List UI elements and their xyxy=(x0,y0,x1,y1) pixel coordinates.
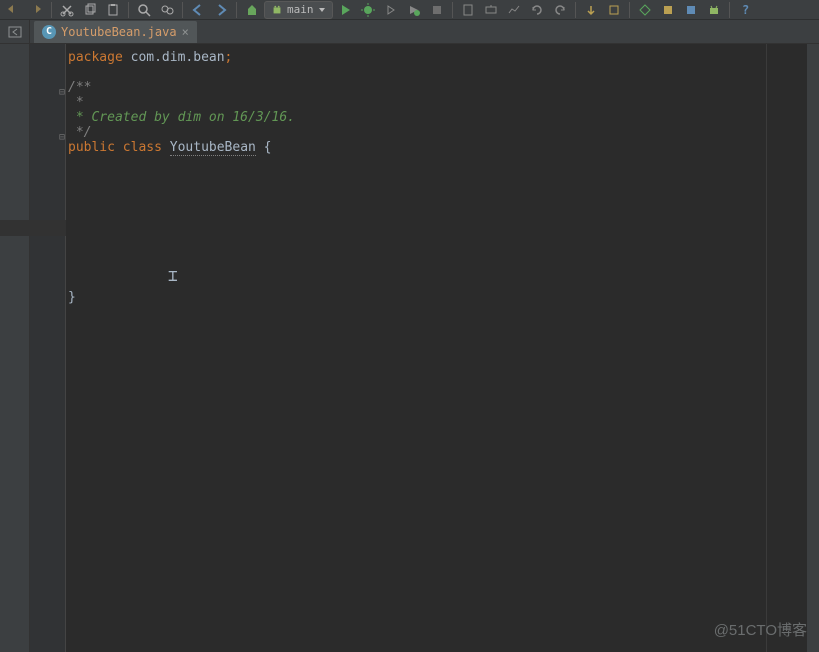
android-monitor-icon[interactable] xyxy=(503,1,525,19)
code-line xyxy=(66,230,819,245)
svg-text:?: ? xyxy=(742,3,749,17)
chevron-down-icon xyxy=(318,6,326,14)
code-line: package com.dim.bean; xyxy=(66,50,819,65)
build-icon[interactable] xyxy=(241,1,263,19)
tool1-icon[interactable] xyxy=(634,1,656,19)
side-gutter xyxy=(0,44,30,652)
code-line xyxy=(66,275,819,290)
undo-icon[interactable] xyxy=(2,1,24,19)
code-line xyxy=(66,155,819,170)
tool3-icon[interactable] xyxy=(680,1,702,19)
separator xyxy=(128,2,129,18)
tab-label: YoutubeBean.java xyxy=(61,25,177,39)
debug-icon[interactable] xyxy=(357,1,379,19)
main-toolbar: main ? xyxy=(0,0,819,20)
code-line xyxy=(66,170,819,185)
code-line: /** xyxy=(66,80,819,95)
file-tab[interactable]: C YoutubeBean.java × xyxy=(34,21,197,43)
code-line: * xyxy=(66,95,819,110)
fold-marker-icon[interactable]: ⊟ xyxy=(58,87,66,98)
close-icon[interactable]: × xyxy=(182,25,189,39)
help-icon[interactable]: ? xyxy=(734,1,756,19)
run-config-label: main xyxy=(287,3,314,16)
vcs-commit-icon[interactable] xyxy=(603,1,625,19)
cut-icon[interactable] xyxy=(56,1,78,19)
text-caret-icon: ⌶ xyxy=(168,266,178,285)
find-icon[interactable] xyxy=(133,1,155,19)
hide-panel-icon[interactable] xyxy=(0,20,30,44)
run-config-dropdown[interactable]: main xyxy=(264,1,333,19)
separator xyxy=(236,2,237,18)
paste-icon[interactable] xyxy=(102,1,124,19)
android-icon xyxy=(271,4,283,16)
code-line xyxy=(66,260,819,275)
attach-debugger-icon[interactable] xyxy=(403,1,425,19)
sync-icon[interactable] xyxy=(526,1,548,19)
editor-area: ⊟ ⊟ package com.dim.bean; /** * * Create… xyxy=(0,44,819,652)
tool2-icon[interactable] xyxy=(657,1,679,19)
copy-icon[interactable] xyxy=(79,1,101,19)
code-line xyxy=(66,215,819,230)
code-line: } xyxy=(66,290,819,305)
code-line xyxy=(66,65,819,80)
run-coverage-icon[interactable] xyxy=(380,1,402,19)
replace-icon[interactable] xyxy=(156,1,178,19)
separator xyxy=(452,2,453,18)
code-line xyxy=(66,185,819,200)
sdk-manager-icon[interactable] xyxy=(480,1,502,19)
avd-manager-icon[interactable] xyxy=(457,1,479,19)
right-margin-line xyxy=(766,44,767,652)
forward-icon[interactable] xyxy=(210,1,232,19)
separator xyxy=(629,2,630,18)
run-icon[interactable] xyxy=(334,1,356,19)
code-gutter: ⊟ ⊟ xyxy=(30,44,66,652)
redo-icon[interactable] xyxy=(25,1,47,19)
scrollbar[interactable] xyxy=(807,44,819,652)
code-line xyxy=(66,200,819,215)
separator xyxy=(729,2,730,18)
separator xyxy=(575,2,576,18)
code-line: public class YoutubeBean { xyxy=(66,140,819,155)
code-line: * Created by dim on 16/3/16. xyxy=(66,110,819,125)
revert-icon[interactable] xyxy=(549,1,571,19)
stop-icon[interactable] xyxy=(426,1,448,19)
fold-marker-icon[interactable]: ⊟ xyxy=(58,132,66,143)
back-icon[interactable] xyxy=(187,1,209,19)
tab-bar: C YoutubeBean.java × xyxy=(0,20,819,44)
code-content[interactable]: package com.dim.bean; /** * * Created by… xyxy=(66,44,819,652)
watermark: @51CTO博客 xyxy=(714,619,807,640)
separator xyxy=(51,2,52,18)
android-icon[interactable] xyxy=(703,1,725,19)
code-line: */ xyxy=(66,125,819,140)
vcs-update-icon[interactable] xyxy=(580,1,602,19)
separator xyxy=(182,2,183,18)
code-line xyxy=(66,245,819,260)
class-icon: C xyxy=(42,25,56,39)
